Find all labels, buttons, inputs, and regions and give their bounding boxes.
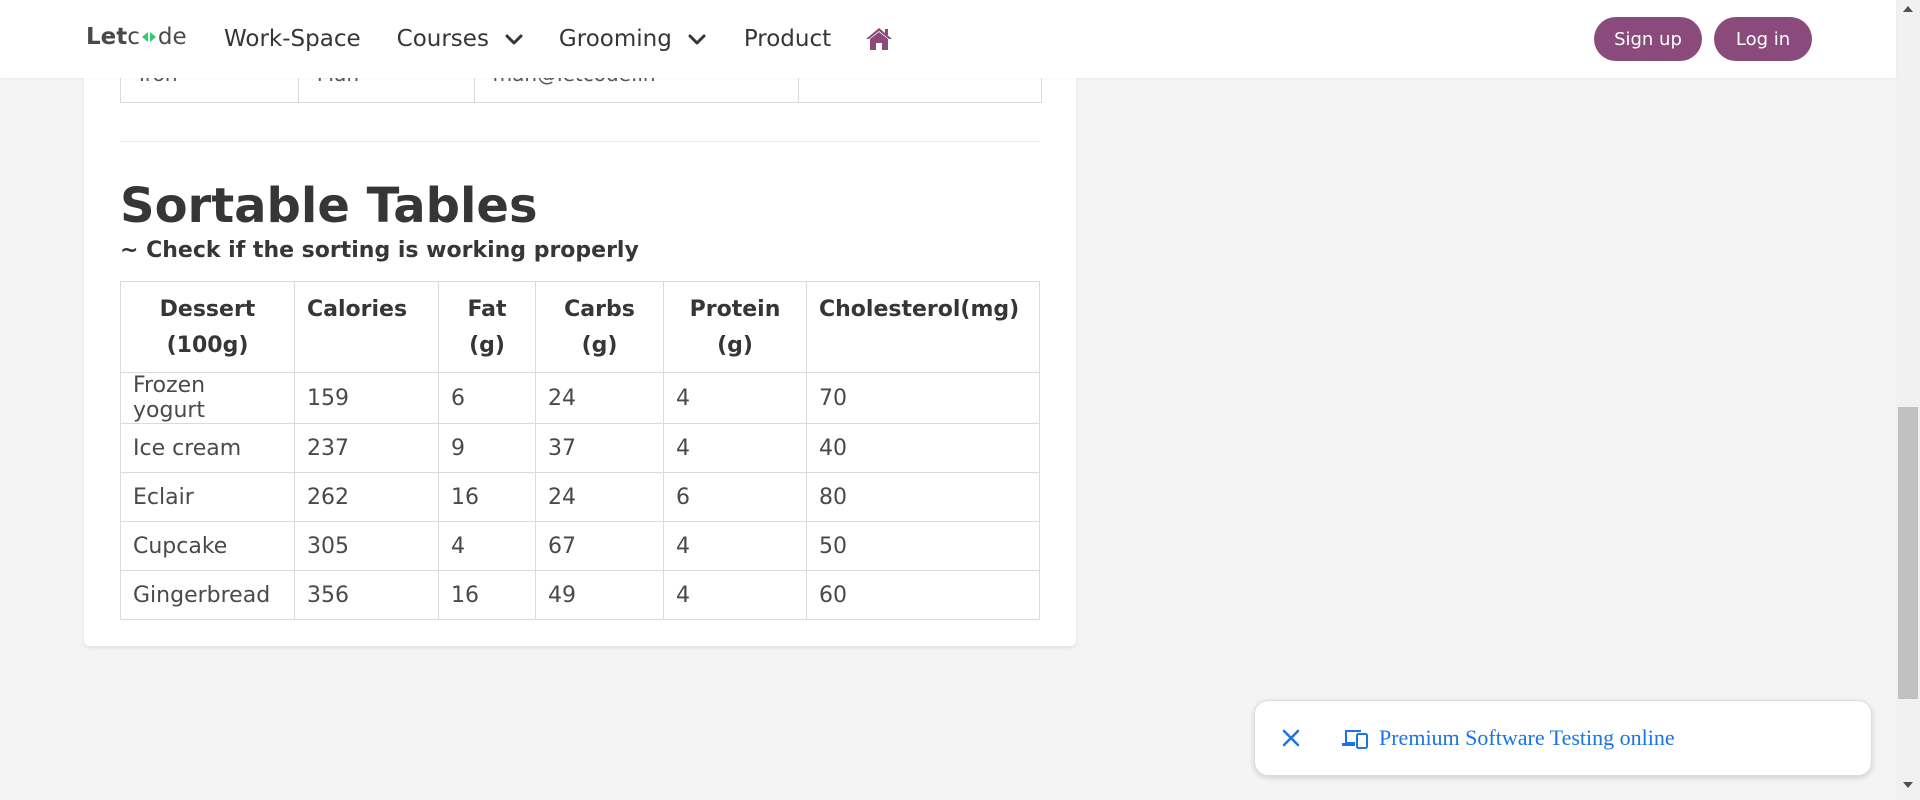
scrollbar-thumb[interactable]: [1898, 407, 1918, 699]
table-row: Cupcake 305 4 67 4 50: [120, 521, 1040, 571]
header-protein[interactable]: Protein (g): [663, 281, 807, 373]
cell-calories: 356: [294, 570, 439, 620]
cell-dessert: Ice cream: [120, 423, 295, 473]
cell-fat: 6: [438, 372, 536, 424]
top-navbar: Let c de Work-Space Courses Grooming Pro…: [0, 0, 1896, 78]
cell-carbs: 37: [535, 423, 664, 473]
cell-protein: 4: [663, 423, 807, 473]
nav-item-product[interactable]: Product: [744, 26, 831, 52]
cell-dessert: Cupcake: [120, 521, 295, 571]
nav-menu: Work-Space Courses Grooming Product: [224, 0, 893, 78]
cell-protein: 6: [663, 472, 807, 522]
login-button[interactable]: Log in: [1714, 17, 1812, 61]
cell-fat: 9: [438, 423, 536, 473]
cell-fat: 16: [438, 570, 536, 620]
section-divider: [120, 141, 1040, 142]
letcode-logo[interactable]: Let c de: [86, 24, 187, 50]
cell-dessert: Eclair: [120, 472, 295, 522]
sortable-table: Dessert (100g) Calories Fat (g) Carbs (g) P…: [120, 281, 1040, 620]
chevron-down-icon: [688, 34, 706, 45]
cell-cholesterol: 50: [806, 521, 1040, 571]
header-calories[interactable]: Calories: [294, 281, 439, 373]
signup-button[interactable]: Sign up: [1594, 17, 1702, 61]
cell-protein: 4: [663, 372, 807, 424]
cell-calories: 237: [294, 423, 439, 473]
cell-cholesterol: 40: [806, 423, 1040, 473]
nav-item-grooming[interactable]: Grooming: [559, 26, 708, 52]
nav-item-label: Product: [743, 26, 832, 52]
cell-calories: 262: [294, 472, 439, 522]
cell-protein: 4: [663, 570, 807, 620]
header-cholesterol[interactable]: Cholesterol(mg): [806, 281, 1040, 373]
header-fat[interactable]: Fat (g): [438, 281, 536, 373]
chevron-down-icon: [505, 34, 523, 45]
ad-link-text[interactable]: Premium Software Testing online: [1379, 725, 1675, 751]
table-row: Eclair 262 16 24 6 80: [120, 472, 1040, 522]
cell-carbs: 24: [535, 372, 664, 424]
cell-protein: 4: [663, 521, 807, 571]
logo-text-c: c: [127, 24, 140, 50]
cell-cholesterol: 80: [806, 472, 1040, 522]
cell-carbs: 24: [535, 472, 664, 522]
cell-carbs: 49: [535, 570, 664, 620]
cell-dessert: Frozen yogurt: [120, 372, 295, 424]
home-icon[interactable]: [865, 26, 893, 52]
page-title: Sortable Tables: [120, 178, 538, 234]
cell-cholesterol: 60: [806, 570, 1040, 620]
scroll-up-arrow-icon[interactable]: [1903, 6, 1913, 12]
cell-cholesterol: 70: [806, 372, 1040, 424]
logo-text-let: Let: [86, 24, 128, 50]
logo-arrows-icon: [141, 32, 156, 42]
page-subtitle: ~ Check if the sorting is working proper…: [120, 238, 639, 263]
header-dessert[interactable]: Dessert (100g): [120, 281, 295, 373]
cell-fat: 16: [438, 472, 536, 522]
logo-text-code: c de: [127, 24, 186, 50]
cell-calories: 159: [294, 372, 439, 424]
devices-icon: [1342, 730, 1368, 749]
nav-item-courses[interactable]: Courses: [397, 26, 525, 52]
close-icon[interactable]: [1279, 726, 1303, 750]
logo-text-de: de: [157, 24, 187, 50]
cell-dessert: Gingerbread: [120, 570, 295, 620]
cell-calories: 305: [294, 521, 439, 571]
table-header-row: Dessert (100g) Calories Fat (g) Carbs (g) P…: [120, 281, 1040, 373]
scroll-down-arrow-icon[interactable]: [1903, 782, 1913, 788]
nav-item-label: Work-Space: [224, 26, 361, 52]
cell-fat: 4: [438, 521, 536, 571]
nav-item-workspace[interactable]: Work-Space: [224, 26, 361, 52]
header-carbs[interactable]: Carbs (g): [535, 281, 664, 373]
table-row: Ice cream 237 9 37 4 40: [120, 423, 1040, 473]
nav-item-label: Courses: [396, 26, 489, 52]
cell-carbs: 67: [535, 521, 664, 571]
table-row: Gingerbread 356 16 49 4 60: [120, 570, 1040, 620]
table-row: Frozen yogurt 159 6 24 4 70: [120, 372, 1040, 424]
ad-popup[interactable]: Premium Software Testing online: [1254, 700, 1872, 776]
nav-item-label: Grooming: [558, 26, 672, 52]
